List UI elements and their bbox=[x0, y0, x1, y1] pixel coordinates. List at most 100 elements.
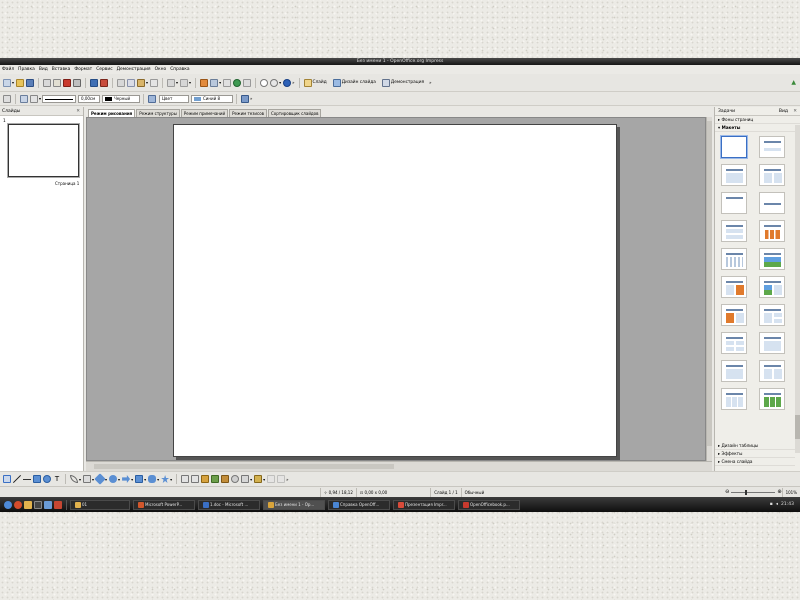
layout-table[interactable] bbox=[721, 248, 747, 270]
area-color-select[interactable]: Синий 8 bbox=[191, 94, 234, 103]
volume-icon[interactable]: ◂ bbox=[776, 502, 778, 507]
chevron-down-icon[interactable]: ▾ bbox=[263, 477, 265, 482]
zoom-icon[interactable] bbox=[270, 78, 279, 87]
layout-title-only[interactable] bbox=[721, 192, 747, 214]
ellipse-icon[interactable] bbox=[43, 475, 51, 483]
zoom-slider-thumb[interactable] bbox=[745, 489, 748, 495]
chevron-down-icon[interactable]: ▾ bbox=[146, 80, 148, 85]
quicklaunch-icon[interactable] bbox=[54, 500, 62, 509]
curve-icon[interactable] bbox=[70, 475, 78, 483]
section-slide-transition[interactable]: ▸ Смена слайда bbox=[715, 458, 795, 466]
taskbar-item[interactable]: Microsoft PowerP... bbox=[133, 499, 195, 510]
layout-title-image[interactable] bbox=[759, 248, 785, 270]
taskbar-item[interactable]: OpenOfficebook.p... bbox=[458, 499, 520, 510]
taskbar-item[interactable]: 01 bbox=[70, 499, 130, 510]
close-icon[interactable]: ✕ bbox=[793, 107, 797, 116]
chevron-down-icon[interactable]: ▾ bbox=[12, 80, 14, 85]
section-master-pages[interactable]: ▸ Фоны страниц bbox=[715, 116, 800, 124]
chevron-down-icon[interactable]: ▾ bbox=[279, 80, 281, 85]
menu-format[interactable]: Формат bbox=[74, 67, 92, 72]
paste-icon[interactable] bbox=[137, 78, 146, 87]
edit-file-icon[interactable] bbox=[53, 78, 62, 87]
section-effects[interactable]: ▸ Эффекты bbox=[715, 450, 795, 458]
rectangle-icon[interactable] bbox=[33, 475, 41, 483]
layout-text-2content[interactable] bbox=[759, 304, 785, 326]
zoom-value[interactable]: 101% bbox=[781, 487, 800, 497]
zoom-slider[interactable] bbox=[731, 489, 776, 495]
slideshow-button[interactable]: Демонстрация bbox=[381, 78, 424, 87]
styles-icon[interactable] bbox=[3, 94, 11, 103]
menu-edit[interactable]: Правка bbox=[18, 67, 35, 72]
flowchart-icon[interactable] bbox=[135, 475, 144, 483]
zoom-out-icon[interactable]: ⊖ bbox=[725, 489, 729, 495]
toolbar-overflow-icon[interactable]: » bbox=[429, 80, 431, 85]
arrow-style-icon[interactable] bbox=[30, 94, 38, 103]
rotate-icon[interactable] bbox=[231, 475, 240, 483]
layout-chart-text[interactable] bbox=[721, 304, 747, 326]
chevron-down-icon[interactable]: ▾ bbox=[170, 477, 172, 482]
layout-blank[interactable] bbox=[721, 136, 747, 158]
taskbar-item[interactable]: Презентация Impr... bbox=[393, 499, 455, 510]
callouts-icon[interactable] bbox=[148, 475, 157, 483]
no-entry-icon[interactable] bbox=[260, 78, 269, 87]
tab-notes-view[interactable]: Режим примечаний bbox=[180, 109, 229, 117]
navigator-icon[interactable] bbox=[233, 78, 242, 87]
update-icon[interactable]: ▲ bbox=[791, 79, 796, 86]
help-icon[interactable] bbox=[283, 78, 292, 87]
layout-image-grid[interactable] bbox=[759, 388, 785, 410]
line-tool-icon[interactable] bbox=[13, 475, 21, 483]
tab-slide-sorter[interactable]: Сортировщик слайдов bbox=[268, 109, 322, 117]
slide-page[interactable] bbox=[173, 124, 617, 457]
taskbar-item-active[interactable]: Без имени 1 - Op... bbox=[263, 499, 325, 510]
layout-title[interactable] bbox=[759, 136, 785, 158]
chevron-down-icon[interactable]: ▾ bbox=[219, 80, 221, 85]
basic-shapes-icon[interactable] bbox=[94, 473, 106, 485]
terminal-icon[interactable] bbox=[34, 500, 42, 509]
points-icon[interactable] bbox=[181, 475, 190, 483]
taskbar-item[interactable]: Справка OpenOff... bbox=[328, 499, 390, 510]
chevron-down-icon[interactable]: ▾ bbox=[176, 80, 178, 85]
tab-handout-view[interactable]: Режим тезисов bbox=[229, 109, 267, 117]
chevron-down-icon[interactable]: ▾ bbox=[131, 477, 133, 482]
open-icon[interactable] bbox=[16, 78, 25, 87]
toolbar-overflow-icon[interactable]: » bbox=[250, 96, 252, 101]
toolbar-overflow-icon[interactable]: » bbox=[286, 477, 288, 482]
file-manager-icon[interactable] bbox=[24, 500, 32, 509]
export-pdf-icon[interactable] bbox=[63, 78, 72, 87]
undo-icon[interactable] bbox=[167, 78, 176, 87]
slide-thumbnail[interactable] bbox=[8, 124, 79, 177]
table-icon[interactable] bbox=[210, 78, 219, 87]
scrollbar-thumb[interactable] bbox=[707, 121, 712, 446]
menu-file[interactable]: Файл bbox=[2, 67, 14, 72]
print-icon[interactable] bbox=[73, 78, 82, 87]
chevron-down-icon[interactable]: ▾ bbox=[118, 477, 120, 482]
select-icon[interactable] bbox=[3, 475, 11, 483]
vertical-scrollbar[interactable] bbox=[706, 117, 712, 461]
chevron-down-icon[interactable]: ▾ bbox=[39, 96, 41, 101]
chart-icon[interactable] bbox=[200, 78, 209, 87]
copy-icon[interactable] bbox=[127, 78, 136, 87]
menu-window[interactable]: Окно bbox=[155, 67, 167, 72]
line-icon[interactable] bbox=[20, 94, 28, 103]
new-document-icon[interactable] bbox=[3, 78, 11, 87]
clone-format-icon[interactable] bbox=[150, 78, 159, 87]
layout-vertical-split[interactable] bbox=[759, 360, 785, 382]
layout-title-2content[interactable] bbox=[759, 164, 785, 186]
line-color-select[interactable]: Черный bbox=[102, 94, 141, 103]
chevron-down-icon[interactable]: ▾ bbox=[79, 477, 81, 482]
scrollbar-thumb[interactable] bbox=[94, 464, 394, 469]
fontwork-gallery-icon[interactable] bbox=[201, 475, 210, 483]
browser-icon[interactable] bbox=[14, 500, 22, 509]
show-desktop-icon[interactable] bbox=[44, 500, 52, 509]
animation-icon[interactable] bbox=[277, 475, 286, 483]
connector-icon[interactable] bbox=[83, 475, 92, 483]
stars-icon[interactable] bbox=[161, 475, 170, 483]
align-icon[interactable] bbox=[241, 475, 250, 483]
line-width-field[interactable]: 0,00см bbox=[78, 94, 101, 103]
scrollbar-thumb[interactable] bbox=[795, 415, 800, 439]
layout-title-chart[interactable] bbox=[759, 220, 785, 242]
extrusion-icon[interactable] bbox=[267, 475, 276, 483]
grid-icon[interactable] bbox=[243, 78, 252, 87]
chevron-down-icon[interactable]: ▾ bbox=[189, 80, 191, 85]
section-table-design[interactable]: ▸ Дизайн таблицы bbox=[715, 442, 795, 450]
